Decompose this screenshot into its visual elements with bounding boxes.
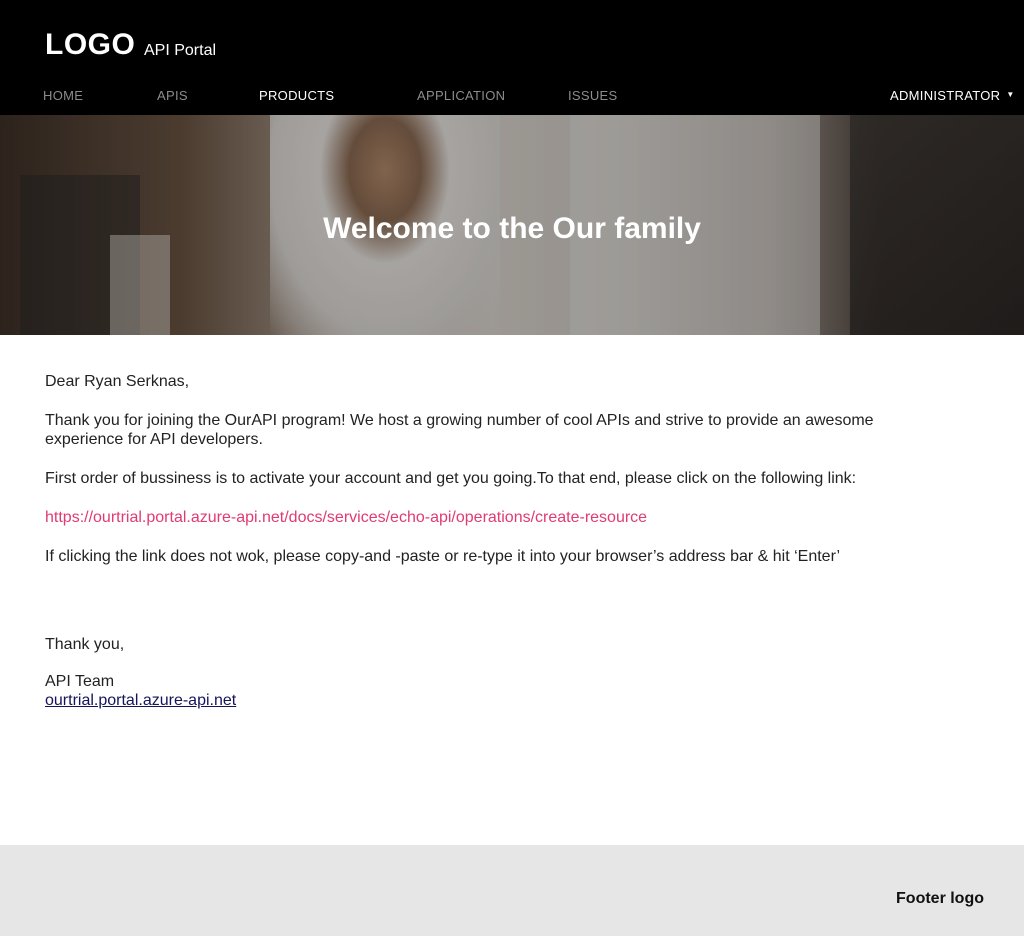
user-menu[interactable]: ADMINISTRATOR ▼ [890,88,1015,103]
hero-title: Welcome to the Our family [323,212,701,245]
nav-products[interactable]: PRODUCTS [259,88,334,103]
activation-link-row: https://ourtrial.portal.azure-api.net/do… [45,508,885,527]
caret-down-icon: ▼ [1006,90,1015,100]
user-menu-label: ADMINISTRATOR [890,88,1001,103]
email-body: Dear Ryan Serknas, Thank you for joining… [45,372,885,710]
nav-home[interactable]: HOME [43,88,83,103]
email-fallback: If clicking the link does not wok, pleas… [45,548,841,565]
portal-link[interactable]: ourtrial.portal.azure-api.net [45,692,236,709]
email-closing: Thank you, [45,636,125,653]
hero-banner: Welcome to the Our family [0,115,1024,335]
portal-link-row: ourtrial.portal.azure-api.net [45,691,885,710]
nav-application[interactable]: APPLICATION [417,88,505,103]
activation-link[interactable]: https://ourtrial.portal.azure-api.net/do… [45,509,647,526]
email-intro: Thank you for joining the OurAPI program… [45,412,874,448]
footer-logo: Footer logo [896,890,984,907]
nav-issues[interactable]: ISSUES [568,88,617,103]
site-header: LOGO API Portal HOME APIS PRODUCTS APPLI… [0,0,1024,115]
email-greeting: Dear Ryan Serknas, [45,373,190,390]
portal-name: API Portal [144,42,217,59]
email-instruction: First order of bussiness is to activate … [45,470,857,487]
site-logo[interactable]: LOGO [45,28,135,62]
nav-apis[interactable]: APIS [157,88,188,103]
email-signature: API Team [45,673,115,690]
site-footer: Footer logo [0,845,1024,936]
